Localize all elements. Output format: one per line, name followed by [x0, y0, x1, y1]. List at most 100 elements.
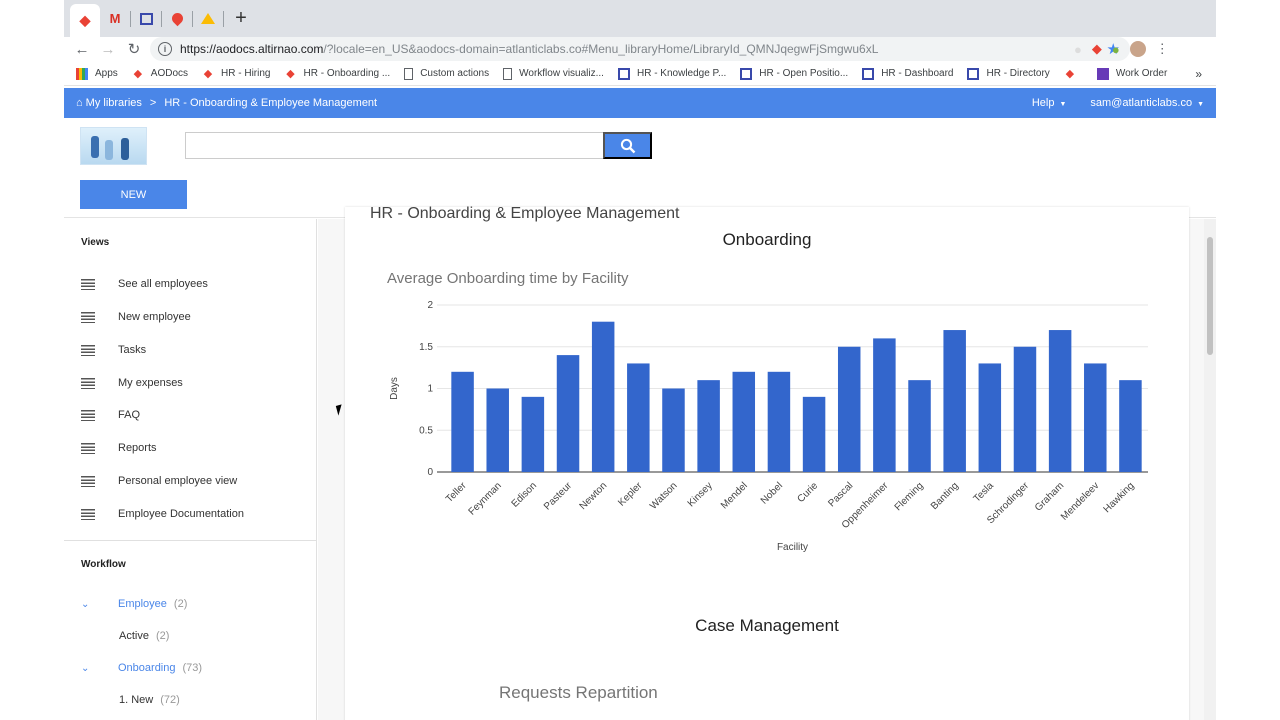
aodocs-extension-icon[interactable]: ◆ — [1092, 41, 1102, 57]
page-icon — [404, 67, 414, 80]
caret-down-icon: ▼ — [1197, 101, 1204, 108]
x-tick-label: Kepler — [616, 480, 645, 509]
sidebar-item-new-employee[interactable]: New employee — [81, 307, 301, 327]
list-icon — [81, 475, 95, 487]
x-tick-label: Mendeleev — [1059, 480, 1101, 522]
url-path: /?locale=en_US&aodocs-domain=atlanticlab… — [323, 42, 879, 56]
search-button[interactable] — [603, 132, 652, 159]
sidebar-item-personal-employee-view[interactable]: Personal employee view — [81, 471, 301, 491]
bookmark-custom-actions[interactable]: Custom actions — [404, 67, 489, 80]
bookmark-hr-knowledge[interactable]: HR - Knowledge P... — [617, 67, 727, 80]
bookmark-hr-open-positions[interactable]: HR - Open Positio... — [740, 67, 849, 80]
dashboard-card: HR - Onboarding & Employee Management On… — [345, 205, 1189, 720]
home-icon[interactable]: ⌂ — [76, 97, 83, 109]
x-tick-label: Edison — [510, 480, 539, 509]
bookmark-label: HR - Open Positio... — [759, 68, 849, 79]
bookmark-aodocs[interactable]: ◆ AODocs — [132, 68, 188, 80]
aodocs-icon: ◆ — [1065, 67, 1075, 80]
browser-window: ◆ M + ← → ↻ i https://aodocs.altirnao.co… — [64, 0, 1216, 720]
search-input[interactable] — [185, 132, 603, 159]
bookmark-apps[interactable]: Apps — [76, 67, 118, 80]
bookmark-work-order[interactable]: Work Order — [1096, 67, 1168, 80]
extension-placeholder-icon[interactable]: ● — [1074, 42, 1082, 57]
bookmark-workflow[interactable]: Workflow visualiz... — [503, 67, 604, 80]
help-menu[interactable]: Help ▼ — [1032, 97, 1067, 109]
bookmarks-overflow-button[interactable]: » — [1195, 67, 1202, 81]
bookmark-label: HR - Onboarding ... — [303, 68, 391, 79]
scrollbar[interactable] — [1204, 219, 1216, 720]
library-toolbar: NEW — [64, 118, 1216, 218]
bookmark-label: HR - Knowledge P... — [636, 68, 727, 79]
caret-down-icon: ▼ — [1059, 101, 1067, 108]
views-heading: Views — [81, 237, 110, 248]
address-bar[interactable]: i https://aodocs.altirnao.com/?locale=en… — [150, 37, 1130, 61]
workflow-onboarding[interactable]: ⌄ Onboarding (73) — [81, 662, 202, 674]
x-tick-label: Mendel — [719, 480, 750, 511]
bar — [767, 371, 791, 472]
logo-figure — [91, 136, 99, 158]
android-extension-icon[interactable]: ● — [1112, 42, 1120, 57]
new-tab-button[interactable]: + — [228, 6, 254, 32]
more-vert-icon[interactable]: ⋮ — [1156, 41, 1169, 57]
sidebar-item-employee-documentation[interactable]: Employee Documentation — [81, 504, 301, 524]
x-tick-label: Banting — [929, 480, 961, 512]
sidebar-item-label: Tasks — [118, 344, 147, 356]
workspace-icon — [967, 67, 980, 80]
bookmark-hr-onboarding[interactable]: ◆ HR - Onboarding ... — [284, 68, 390, 80]
bar — [732, 371, 756, 472]
apps-grid-icon — [76, 67, 88, 80]
workflow-state-new[interactable]: 1. New (72) — [119, 694, 180, 706]
scrollbar-thumb[interactable] — [1207, 237, 1213, 355]
bar — [873, 338, 896, 472]
reload-button[interactable]: ↻ — [121, 37, 147, 61]
sidebar-item-faq[interactable]: FAQ — [81, 405, 301, 425]
info-icon[interactable]: i — [158, 42, 172, 56]
chevron-down-icon[interactable]: ⌄ — [81, 663, 118, 674]
chevron-down-icon[interactable]: ⌄ — [81, 599, 118, 610]
tab-aodocs[interactable]: ◆ — [70, 4, 100, 37]
profile-avatar[interactable] — [1129, 41, 1146, 57]
tab-calendar[interactable] — [131, 4, 161, 34]
bookmark-label: Work Order — [1115, 68, 1168, 79]
sidebar-item-tasks[interactable]: Tasks — [81, 340, 301, 360]
bookmark-hr-hiring[interactable]: ◆ HR - Hiring — [202, 68, 271, 80]
forward-button[interactable]: → — [95, 37, 121, 61]
arrow-left-icon: ← — [74, 40, 90, 58]
breadcrumb-library[interactable]: HR - Onboarding & Employee Management — [164, 97, 377, 109]
breadcrumb-separator: > — [149, 97, 157, 109]
y-tick-label: 1 — [427, 384, 433, 395]
workflow-heading: Workflow — [81, 559, 126, 570]
library-logo[interactable] — [80, 127, 147, 165]
tab-gmail[interactable]: M — [100, 4, 130, 34]
x-tick-label: Newton — [578, 480, 610, 512]
sidebar-item-see-all-employees[interactable]: See all employees — [81, 274, 301, 294]
workflow-employee[interactable]: ⌄ Employee (2) — [81, 598, 187, 610]
extension-icons: ● ◆ ● ⋮ — [1074, 37, 1169, 61]
bookmark-aodocs-2[interactable]: ◆ — [1064, 68, 1083, 80]
bookmark-label: AODocs — [150, 68, 189, 79]
y-axis-label: Days — [389, 377, 400, 400]
back-button[interactable]: ← — [69, 37, 95, 61]
workflow-state-active[interactable]: Active (2) — [119, 630, 169, 642]
breadcrumb-my-libraries[interactable]: My libraries — [86, 97, 142, 109]
tab-separator — [223, 10, 224, 27]
sidebar-item-my-expenses[interactable]: My expenses — [81, 373, 301, 393]
y-tick-label: 0.5 — [419, 425, 433, 436]
list-icon — [81, 278, 95, 290]
bar — [1013, 346, 1037, 472]
y-tick-label: 1.5 — [419, 342, 433, 353]
bookmark-hr-dashboard[interactable]: HR - Dashboard — [862, 67, 953, 80]
sidebar: Views See all employees New employee Tas… — [64, 219, 317, 720]
list-icon — [81, 508, 95, 520]
x-tick-label: Feynman — [467, 480, 504, 517]
x-tick-label: Kinsey — [686, 480, 715, 509]
user-menu[interactable]: sam@atlanticlabs.co ▼ — [1090, 97, 1204, 109]
new-button[interactable]: NEW — [80, 180, 187, 209]
bar — [662, 388, 685, 472]
tab-maps[interactable] — [162, 4, 192, 34]
bookmark-hr-directory[interactable]: HR - Directory — [967, 67, 1050, 80]
list-icon — [81, 311, 95, 323]
sidebar-item-reports[interactable]: Reports — [81, 438, 301, 458]
bar — [943, 330, 966, 472]
tab-drive[interactable] — [193, 4, 223, 34]
